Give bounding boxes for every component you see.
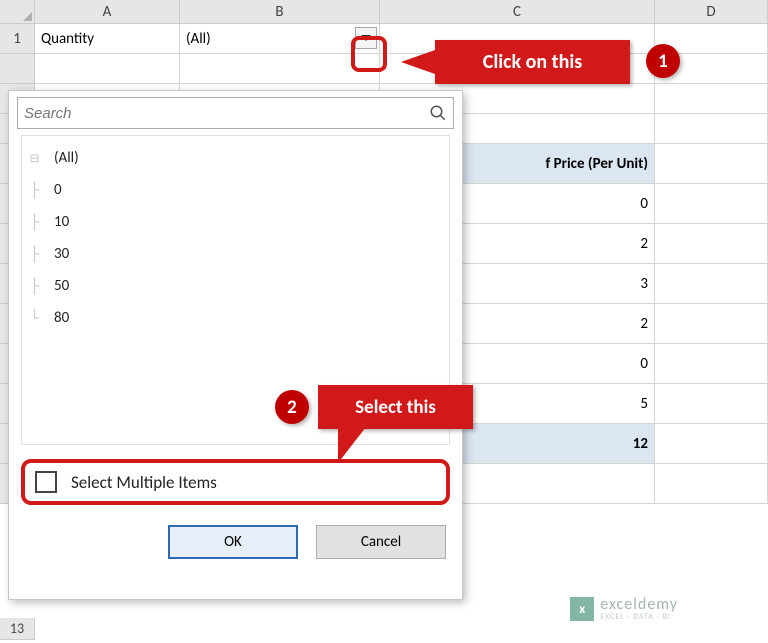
- pivot-filter-field[interactable]: Quantity: [35, 24, 180, 54]
- annotation-callout-2: Select this: [318, 385, 473, 429]
- tree-item-30[interactable]: ├30: [26, 238, 445, 270]
- select-multiple-items-wrap[interactable]: Select Multiple Items: [21, 459, 450, 505]
- col-header-D[interactable]: D: [655, 0, 768, 24]
- pivot-filter-value-text: (All): [186, 30, 211, 48]
- annotation-badge-1: 1: [646, 44, 680, 78]
- tree-item-all[interactable]: ⊟(All): [26, 142, 445, 174]
- col-header-A[interactable]: A: [35, 0, 180, 24]
- select-multiple-checkbox[interactable]: [35, 471, 57, 493]
- select-all-corner[interactable]: [0, 0, 35, 24]
- search-field-wrap[interactable]: [17, 97, 454, 129]
- select-multiple-label: Select Multiple Items: [71, 472, 217, 493]
- tree-item-10[interactable]: ├10: [26, 206, 445, 238]
- column-headers: A B C D: [0, 0, 768, 24]
- tree-item-50[interactable]: ├50: [26, 270, 445, 302]
- cancel-button[interactable]: Cancel: [316, 525, 446, 559]
- row-header-13[interactable]: 13: [0, 618, 35, 640]
- watermark-sub: EXCEL · DATA · BI: [600, 613, 678, 621]
- pivot-filter-value[interactable]: (All): [180, 24, 380, 54]
- annotation-callout-1: Click on this: [435, 40, 630, 84]
- dialog-buttons: OK Cancel: [9, 515, 462, 573]
- filter-dropdown-button[interactable]: [355, 27, 377, 49]
- ok-button[interactable]: OK: [168, 525, 298, 559]
- watermark-main: exceldemy: [600, 597, 678, 613]
- annotation-badge-2: 2: [275, 390, 309, 424]
- row-header-1[interactable]: 1: [0, 24, 35, 54]
- col-header-C[interactable]: C: [380, 0, 655, 24]
- tree-item-80[interactable]: └80: [26, 302, 445, 334]
- tree-item-0[interactable]: ├0: [26, 174, 445, 206]
- row-13: 13: [0, 618, 35, 640]
- search-input[interactable]: [24, 105, 429, 122]
- search-icon: [429, 104, 447, 122]
- watermark: x exceldemy EXCEL · DATA · BI: [570, 597, 678, 621]
- col-header-B[interactable]: B: [180, 0, 380, 24]
- watermark-icon: x: [570, 597, 594, 621]
- filter-dropdown-popup: ⊟(All) ├0 ├10 ├30 ├50 └80 Select Multipl…: [8, 90, 463, 600]
